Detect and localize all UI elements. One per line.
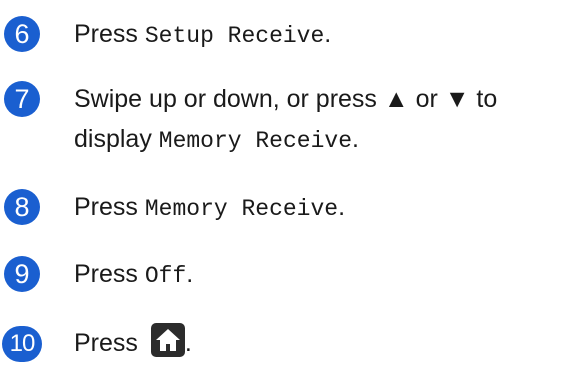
menu-label-setup-receive: Setup Receive [144, 23, 325, 49]
step-text: Press . [74, 323, 192, 363]
step-text-suffix: . [352, 125, 359, 153]
step-number-badge: 8 [4, 189, 40, 225]
step-number-badge: 6 [4, 16, 40, 52]
home-button-graphic [150, 323, 185, 357]
step-text-suffix: . [186, 260, 194, 288]
menu-label-memory-receive: Memory Receive [144, 196, 339, 222]
step-text-suffix: . [324, 20, 332, 48]
step-text: Press Setup Receive. [74, 14, 331, 56]
menu-label-memory-receive: Memory Receive [158, 128, 352, 154]
step-text-line-1: Swipe up or down, or press ▲ or ▼ to [74, 85, 498, 113]
step-text-prefix: Press [74, 329, 145, 357]
home-icon [155, 329, 180, 351]
step-text-suffix: . [338, 193, 346, 221]
step-number-badge: 7 [4, 81, 40, 117]
step-text: Press Off. [74, 254, 193, 296]
step-number-badge: 9 [4, 256, 40, 292]
step-text: Press Memory Receive. [74, 187, 345, 229]
step-number-badge: 10 [2, 326, 42, 362]
menu-label-off: Off [144, 263, 187, 289]
step-text-line-2: display Memory Receive. [74, 119, 359, 161]
step-text-prefix: Press [74, 193, 145, 221]
step-text-suffix: . [184, 329, 192, 357]
step-text-prefix: display [74, 125, 159, 153]
step-text-prefix: Press [74, 260, 145, 288]
step-text-prefix: Press [74, 20, 145, 48]
